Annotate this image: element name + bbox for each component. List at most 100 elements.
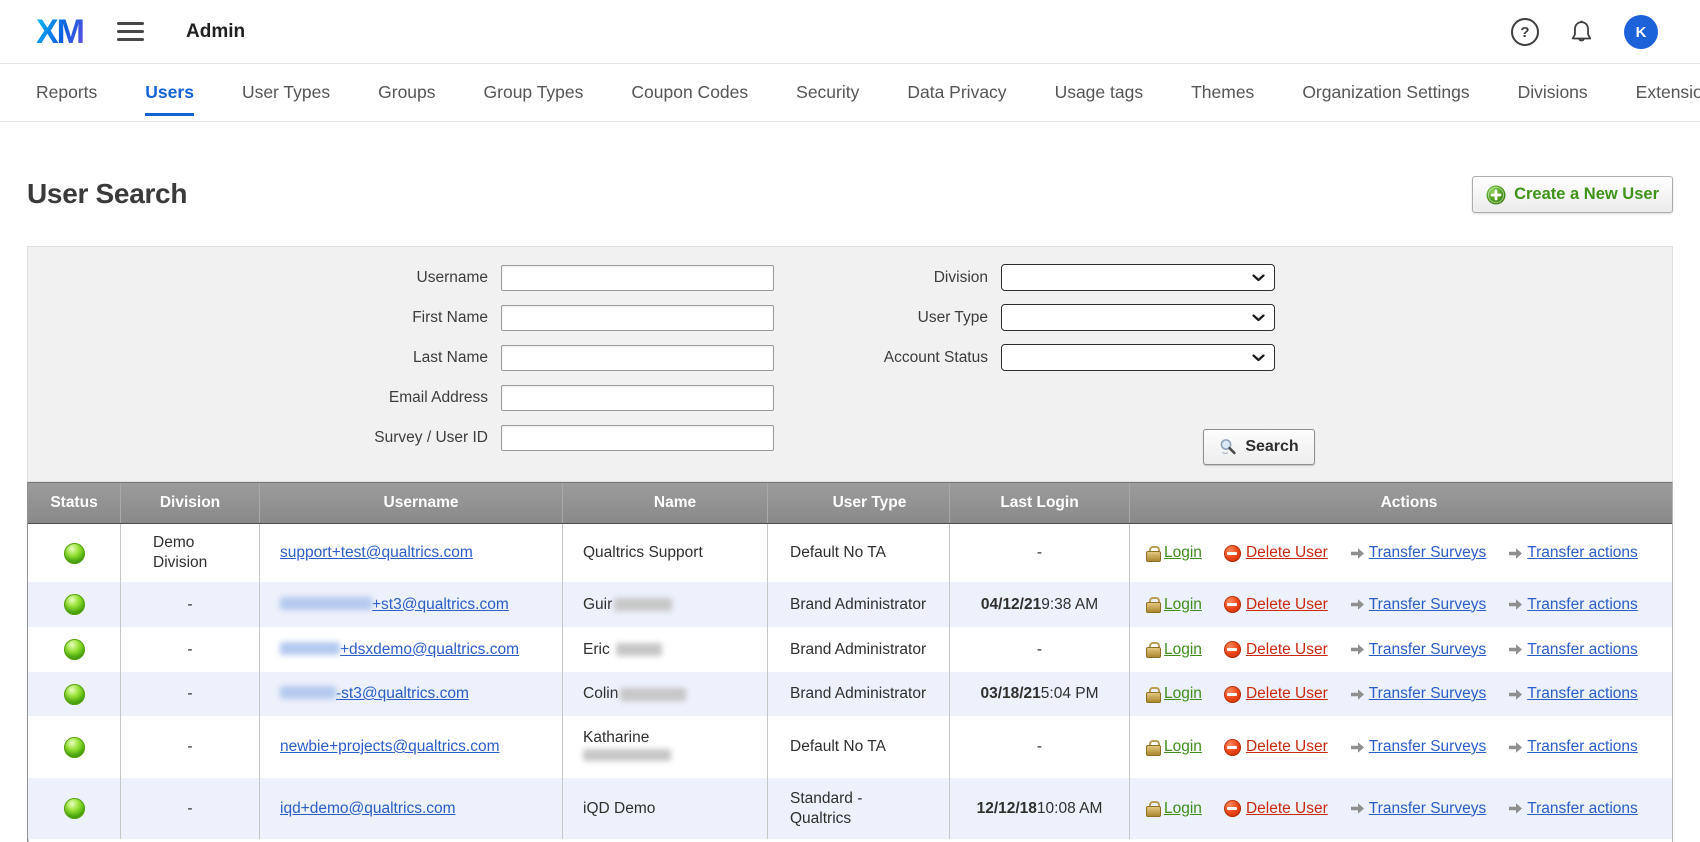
tab-groups[interactable]: Groups bbox=[378, 64, 435, 121]
transfer-surveys-link[interactable]: Transfer Surveys bbox=[1350, 641, 1486, 659]
transfer-surveys-link[interactable]: Transfer Surveys bbox=[1350, 800, 1486, 818]
account-status-select[interactable] bbox=[1001, 344, 1275, 371]
xm-logo[interactable]: XM bbox=[36, 15, 83, 49]
chevron-down-icon bbox=[1252, 354, 1265, 362]
status-active-icon bbox=[64, 798, 85, 819]
tab-user-types[interactable]: User Types bbox=[242, 64, 330, 121]
name-cell: Eric bbox=[562, 627, 767, 672]
notifications-bell-icon[interactable] bbox=[1569, 19, 1594, 46]
magnifier-icon bbox=[1219, 438, 1237, 456]
minus-circle-icon bbox=[1224, 641, 1241, 658]
tab-coupon-codes[interactable]: Coupon Codes bbox=[631, 64, 748, 121]
transfer-surveys-link[interactable]: Transfer Surveys bbox=[1350, 738, 1486, 756]
username-link[interactable]: +dsxdemo@qualtrics.com bbox=[280, 641, 519, 659]
column-header-name: Name bbox=[562, 483, 767, 523]
help-icon[interactable]: ? bbox=[1511, 18, 1539, 46]
login-link[interactable]: Login bbox=[1146, 544, 1202, 562]
tab-extensions[interactable]: Extensions bbox=[1636, 64, 1700, 121]
tab-users[interactable]: Users bbox=[145, 64, 194, 121]
transfer-actions-link[interactable]: Transfer actions bbox=[1508, 641, 1638, 659]
login-link[interactable]: Login bbox=[1146, 738, 1202, 756]
column-header-status: Status bbox=[28, 483, 120, 523]
last-login-cell: 04/12/21 9:38 AM bbox=[949, 582, 1129, 627]
user-type-cell: Brand Administrator bbox=[767, 582, 949, 627]
transfer-actions-link[interactable]: Transfer actions bbox=[1508, 596, 1638, 614]
transfer-actions-link[interactable]: Transfer actions bbox=[1508, 544, 1638, 562]
create-new-user-button[interactable]: Create a New User bbox=[1472, 176, 1673, 213]
redacted-text bbox=[620, 688, 686, 701]
status-active-icon bbox=[64, 594, 85, 615]
username-link[interactable]: support+test@qualtrics.com bbox=[280, 544, 473, 562]
survey-user-id-input[interactable] bbox=[501, 425, 774, 451]
admin-nav-tabs: Reports Users User Types Groups Group Ty… bbox=[0, 64, 1700, 122]
status-active-icon bbox=[64, 639, 85, 660]
delete-user-link[interactable]: Delete User bbox=[1224, 738, 1328, 756]
tab-group-types[interactable]: Group Types bbox=[484, 64, 584, 121]
tab-usage-tags[interactable]: Usage tags bbox=[1055, 64, 1144, 121]
actions-cell: Login Delete User Transfer Surveys Trans… bbox=[1129, 672, 1672, 716]
username-input[interactable] bbox=[501, 265, 774, 291]
tab-reports[interactable]: Reports bbox=[36, 64, 97, 121]
hamburger-menu-icon[interactable] bbox=[117, 17, 144, 46]
topbar-actions: ? K bbox=[1511, 0, 1658, 64]
tab-data-privacy[interactable]: Data Privacy bbox=[907, 64, 1006, 121]
username-link[interactable]: newbie+projects@qualtrics.com bbox=[280, 738, 499, 756]
minus-circle-icon bbox=[1224, 596, 1241, 613]
name-cell: Guir bbox=[562, 582, 767, 627]
survey-user-id-label: Survey / User ID bbox=[28, 429, 501, 447]
transfer-actions-link[interactable]: Transfer actions bbox=[1508, 800, 1638, 818]
search-button[interactable]: Search bbox=[1203, 429, 1315, 465]
transfer-surveys-link[interactable]: Transfer Surveys bbox=[1350, 685, 1486, 703]
column-header-actions: Actions bbox=[1129, 483, 1672, 523]
tab-organization-settings[interactable]: Organization Settings bbox=[1302, 64, 1469, 121]
avatar[interactable]: K bbox=[1624, 15, 1658, 49]
login-link[interactable]: Login bbox=[1146, 800, 1202, 818]
status-active-icon bbox=[64, 737, 85, 758]
first-name-input[interactable] bbox=[501, 305, 774, 331]
email-address-input[interactable] bbox=[501, 385, 774, 411]
lock-icon bbox=[1146, 686, 1159, 703]
division-label: Division bbox=[818, 269, 1001, 287]
table-row: - +st3@qualtrics.com Guir Brand Administ… bbox=[28, 582, 1672, 627]
user-search-form-panel: Username First Name Last Name Email Addr… bbox=[27, 246, 1673, 482]
tab-themes[interactable]: Themes bbox=[1191, 64, 1254, 121]
division-cell: - bbox=[120, 672, 259, 716]
user-type-select[interactable] bbox=[1001, 304, 1275, 331]
division-cell: Demo Division bbox=[120, 524, 259, 582]
division-cell: - bbox=[120, 716, 259, 778]
status-active-icon bbox=[64, 684, 85, 705]
column-header-division: Division bbox=[120, 483, 259, 523]
delete-user-link[interactable]: Delete User bbox=[1224, 596, 1328, 614]
column-header-user-type: User Type bbox=[767, 483, 949, 523]
transfer-actions-link[interactable]: Transfer actions bbox=[1508, 685, 1638, 703]
tab-divisions[interactable]: Divisions bbox=[1518, 64, 1588, 121]
login-link[interactable]: Login bbox=[1146, 596, 1202, 614]
transfer-surveys-link[interactable]: Transfer Surveys bbox=[1350, 596, 1486, 614]
login-link[interactable]: Login bbox=[1146, 685, 1202, 703]
minus-circle-icon bbox=[1224, 800, 1241, 817]
division-select[interactable] bbox=[1001, 264, 1275, 291]
redacted-text bbox=[583, 749, 671, 761]
avatar-initial: K bbox=[1636, 24, 1647, 41]
login-link[interactable]: Login bbox=[1146, 641, 1202, 659]
app-title: Admin bbox=[186, 21, 245, 43]
transfer-surveys-link[interactable]: Transfer Surveys bbox=[1350, 544, 1486, 562]
username-link[interactable]: iqd+demo@qualtrics.com bbox=[280, 800, 456, 818]
minus-circle-icon bbox=[1224, 739, 1241, 756]
last-name-input[interactable] bbox=[501, 345, 774, 371]
user-results-table: Status Division Username Name User Type … bbox=[27, 482, 1673, 842]
table-row: - newbie+projects@qualtrics.com Katharin… bbox=[28, 716, 1672, 778]
tab-security[interactable]: Security bbox=[796, 64, 859, 121]
user-type-label: User Type bbox=[818, 309, 1001, 327]
user-type-cell: Brand Administrator bbox=[767, 627, 949, 672]
lock-icon bbox=[1146, 596, 1159, 613]
lock-icon bbox=[1146, 739, 1159, 756]
delete-user-link[interactable]: Delete User bbox=[1224, 800, 1328, 818]
chevron-down-icon bbox=[1252, 314, 1265, 322]
delete-user-link[interactable]: Delete User bbox=[1224, 641, 1328, 659]
transfer-actions-link[interactable]: Transfer actions bbox=[1508, 738, 1638, 756]
delete-user-link[interactable]: Delete User bbox=[1224, 685, 1328, 703]
username-link[interactable]: -st3@qualtrics.com bbox=[280, 685, 469, 703]
delete-user-link[interactable]: Delete User bbox=[1224, 544, 1328, 562]
username-link[interactable]: +st3@qualtrics.com bbox=[280, 596, 509, 614]
